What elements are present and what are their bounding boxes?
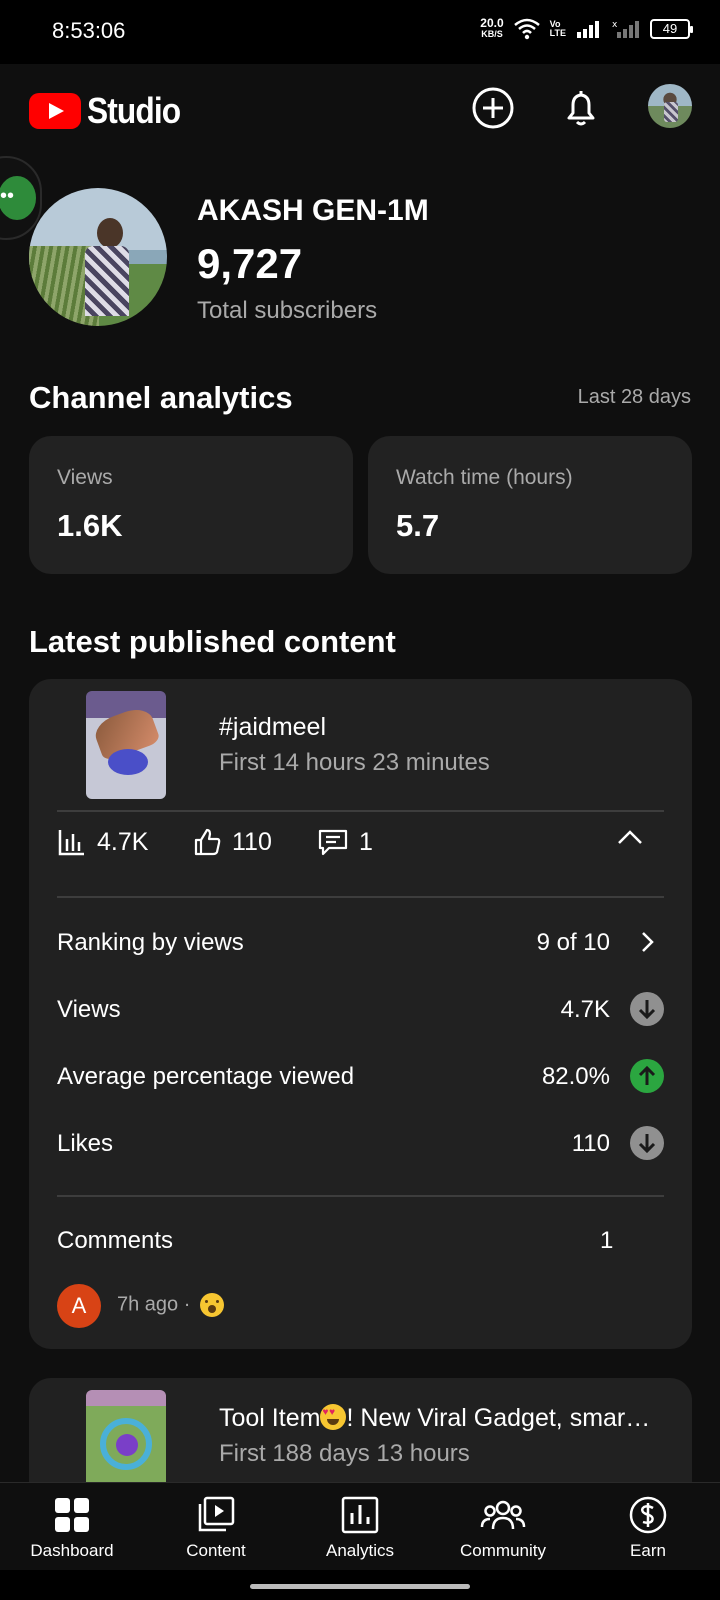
studio-logo[interactable]: Studio (29, 90, 193, 132)
chevron-right-icon (642, 932, 654, 952)
comment-icon (318, 829, 348, 856)
home-indicator[interactable] (250, 1584, 470, 1589)
nav-community[interactable]: Community (433, 1495, 573, 1561)
bar-chart-icon (58, 830, 84, 856)
second-video-card[interactable]: Tool Item! New Viral Gadget, smar… First… (29, 1378, 692, 1498)
divider (57, 896, 664, 898)
stat-label: Views (57, 466, 113, 489)
channel-avatar[interactable] (29, 188, 167, 326)
stat-value: 1.6K (57, 508, 123, 543)
subscriber-count: 9,727 (197, 240, 303, 287)
arrow-down-icon (630, 992, 664, 1026)
app-header: Studio (0, 64, 720, 154)
status-time: 8:53:06 (52, 18, 126, 43)
video-title[interactable]: #jaidmeel (219, 713, 326, 742)
views-metric: 4.7K (57, 827, 148, 857)
video-thumbnail[interactable] (86, 691, 166, 799)
video-period: First 14 hours 23 minutes (219, 749, 490, 776)
volte-indicator: Vo LTE (549, 19, 566, 38)
stat-label: Watch time (hours) (396, 466, 573, 489)
earn-icon (629, 1496, 667, 1534)
video-period: First 188 days 13 hours (219, 1440, 470, 1467)
thumbs-up-icon (194, 828, 221, 856)
more-icon: •• (0, 176, 36, 220)
analytics-icon (341, 1496, 379, 1534)
status-bar: 8:53:06 20.0 KB/S Vo LTE x 49 (0, 0, 720, 64)
ranking-row[interactable]: Ranking by views 9 of 10 (57, 923, 664, 963)
account-avatar[interactable] (648, 84, 692, 128)
nav-analytics[interactable]: Analytics (290, 1495, 430, 1561)
chevron-up-icon[interactable] (615, 823, 645, 853)
divider (57, 1195, 664, 1197)
comment-preview[interactable]: 7h ago · (117, 1293, 224, 1317)
avg-percentage-row: Average percentage viewed 82.0% (57, 1057, 664, 1097)
status-icons: 20.0 KB/S Vo LTE x 49 (480, 16, 693, 40)
divider (57, 810, 664, 812)
youtube-play-icon (29, 93, 81, 129)
arrow-down-icon (630, 1126, 664, 1160)
battery-indicator: 49 (650, 19, 693, 39)
wifi-icon (513, 18, 540, 40)
network-speed: 20.0 KB/S (480, 16, 504, 39)
latest-content-title: Latest published content (29, 624, 396, 659)
bottom-navigation: Dashboard Content Analytics Community Ea… (0, 1482, 720, 1570)
views-row: Views 4.7K (57, 990, 664, 1030)
signal-icon (577, 21, 599, 38)
analytics-period: Last 28 days (577, 386, 691, 408)
svg-text:x: x (612, 20, 618, 30)
logo-text: Studio (87, 90, 181, 131)
commenter-avatar[interactable]: A (57, 1284, 101, 1328)
signal-no-service-icon: x (612, 20, 639, 38)
content-icon (198, 1496, 235, 1532)
latest-video-card: #jaidmeel First 14 hours 23 minutes 4.7K… (29, 679, 692, 1349)
likes-row: Likes 110 (57, 1124, 664, 1164)
heart-eyes-emoji-icon (320, 1404, 347, 1430)
channel-analytics-title: Channel analytics (29, 380, 293, 415)
surprised-emoji-icon (199, 1293, 224, 1317)
video-title[interactable]: Tool Item! New Viral Gadget, smar… (219, 1404, 659, 1433)
notifications-icon[interactable] (559, 86, 603, 130)
nav-earn[interactable]: Earn (578, 1495, 718, 1561)
comments-count: 1 (600, 1227, 614, 1254)
community-icon (480, 1500, 526, 1530)
channel-name: AKASH GEN-1M (197, 194, 429, 227)
dashboard-icon (55, 1498, 89, 1532)
create-icon[interactable] (471, 86, 515, 130)
watch-time-card[interactable]: Watch time (hours) 5.7 (368, 436, 692, 574)
nav-dashboard[interactable]: Dashboard (2, 1495, 142, 1561)
nav-content[interactable]: Content (146, 1495, 286, 1561)
arrow-up-icon (630, 1059, 664, 1093)
views-card[interactable]: Views 1.6K (29, 436, 353, 574)
subscriber-label: Total subscribers (197, 297, 378, 324)
comments-metric: 1 (317, 827, 373, 857)
comments-label[interactable]: Comments (57, 1227, 173, 1255)
likes-metric: 110 (192, 827, 272, 857)
stat-value: 5.7 (396, 508, 440, 543)
